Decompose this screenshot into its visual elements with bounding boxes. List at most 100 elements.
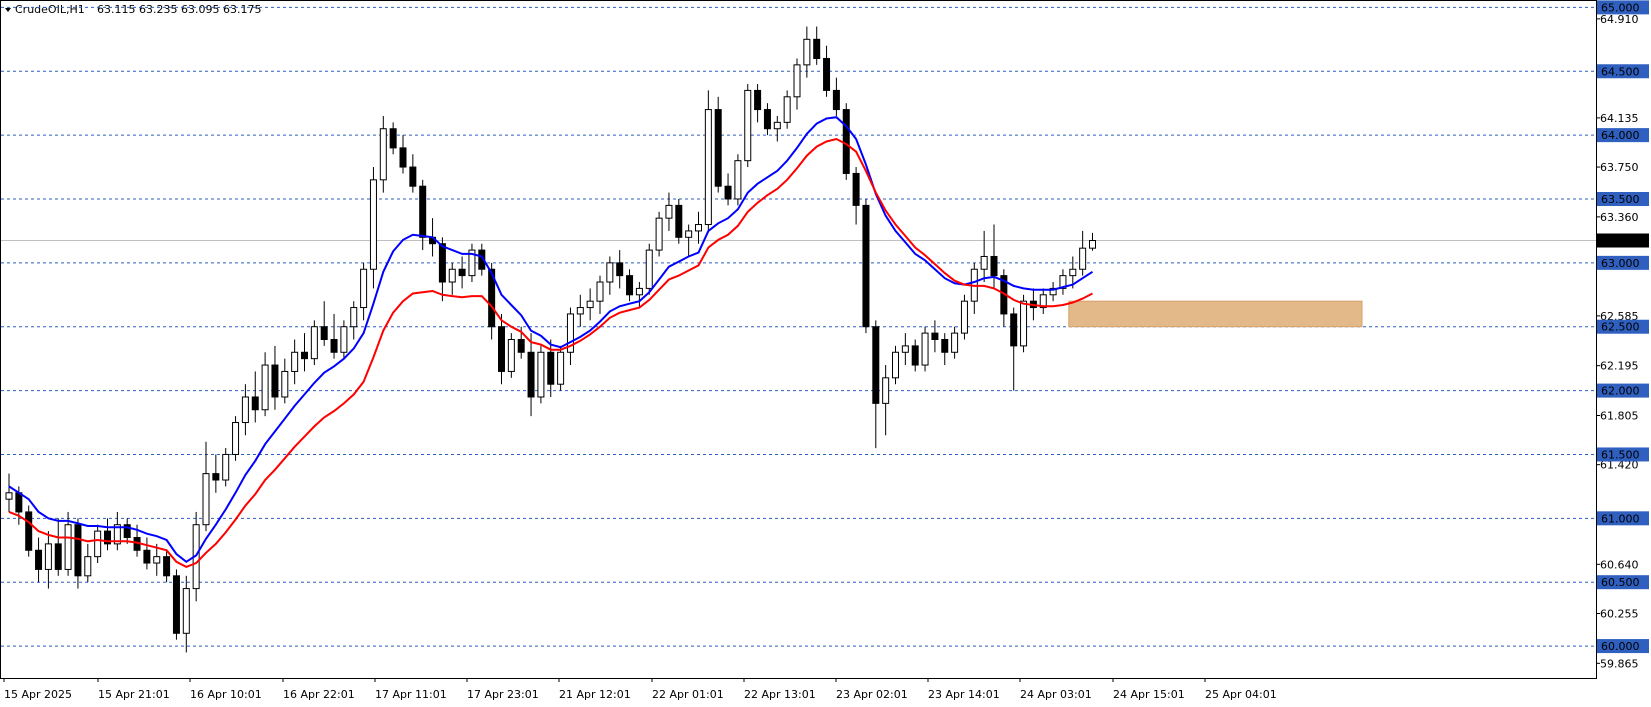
candle [724, 173, 732, 206]
level-tag-label: 64.500 [1601, 65, 1640, 78]
candle [281, 358, 289, 404]
y-tick-label: 59.865 [1600, 657, 1639, 670]
candle [527, 333, 535, 417]
bullish-candle-body [1079, 247, 1087, 270]
x-tick-label: 24 Apr 03:01 [1020, 688, 1092, 701]
bearish-candle-body [54, 543, 62, 570]
candle [616, 250, 624, 289]
y-tick-label: 64.135 [1600, 112, 1639, 125]
y-tick-label: 61.805 [1600, 410, 1639, 423]
time-axis: 15 Apr 2025 15 Apr 21:01 16 Apr 10:01 16 Ap… [3, 678, 1277, 701]
candle [360, 262, 368, 321]
bullish-candle-body [882, 377, 890, 404]
bearish-candle-body [517, 339, 525, 353]
bullish-candle-body [94, 530, 102, 558]
bearish-candle-body [301, 351, 308, 360]
bullish-candle-body [704, 109, 712, 226]
candle [852, 167, 860, 225]
level-tag-label: 64.000 [1601, 129, 1640, 142]
bearish-candle-body [823, 57, 831, 91]
bearish-candle-body [763, 109, 771, 130]
x-tick-label: 25 Apr 04:01 [1205, 688, 1277, 701]
bearish-candle-body [163, 556, 171, 577]
candle [931, 320, 939, 353]
supply-demand-zone [1068, 300, 1363, 328]
candle [143, 537, 151, 570]
y-tick-label: 64.910 [1600, 13, 1639, 26]
candle [399, 135, 407, 174]
candle [655, 211, 663, 257]
candle [537, 345, 545, 404]
bullish-candle-body [281, 370, 289, 398]
candle [793, 58, 801, 110]
bearish-candle-body [25, 511, 33, 551]
level-tag-label: 60.000 [1601, 640, 1640, 653]
bullish-candle-body [507, 339, 515, 372]
bullish-candle-body [655, 217, 663, 251]
bullish-candle-body [783, 96, 791, 123]
bearish-candle-body [714, 109, 722, 187]
candle [74, 518, 82, 589]
y-tick-label: 63.360 [1600, 211, 1639, 224]
candle [340, 320, 348, 359]
candle [1089, 232, 1096, 251]
candle [419, 179, 427, 251]
bullish-candle-body [291, 351, 299, 372]
level-tag-label: 61.500 [1601, 448, 1640, 461]
candle [44, 531, 52, 589]
candle [892, 345, 899, 385]
candle [596, 275, 604, 314]
candle [626, 269, 634, 302]
bullish-candle-body [803, 38, 811, 66]
chart-canvas[interactable]: CrudeOIL,H1 63.115 63.235 63.095 63.175 … [0, 0, 1651, 707]
candle [862, 198, 870, 334]
candle [665, 192, 673, 231]
price-chart[interactable]: CrudeOIL,H1 63.115 63.235 63.095 63.175 … [0, 0, 1651, 707]
candle [54, 518, 62, 576]
candle [379, 115, 387, 193]
bullish-candle-body [606, 262, 614, 283]
bullish-candle-body [734, 160, 742, 200]
x-tick-label: 15 Apr 21:01 [98, 688, 170, 701]
bearish-candle-body [990, 255, 998, 277]
candle [635, 282, 643, 308]
bullish-candle-body [980, 255, 988, 270]
bullish-candle-body [1089, 240, 1096, 249]
candle [241, 384, 249, 436]
y-tick-label: 60.255 [1600, 607, 1639, 620]
bearish-candle-body [399, 147, 407, 168]
candle [921, 326, 929, 372]
bearish-candle-body [754, 89, 762, 111]
candle [261, 352, 269, 417]
candle [823, 45, 831, 97]
dropdown-triangle-icon[interactable] [5, 8, 11, 12]
bearish-candle-body [862, 204, 870, 328]
candle [310, 320, 318, 366]
level-tag-label: 62.000 [1601, 385, 1640, 398]
bearish-candle-body [212, 473, 220, 481]
candle [389, 122, 397, 155]
candle [951, 326, 959, 359]
candle [813, 26, 821, 65]
candle [94, 524, 102, 564]
bearish-candle-body [626, 275, 634, 296]
level-tag-label: 61.000 [1601, 512, 1640, 525]
bearish-candle-body [458, 268, 466, 277]
bullish-candle-body [557, 351, 565, 385]
bullish-candle-body [892, 351, 899, 379]
candle [1059, 269, 1067, 295]
bearish-candle-body [409, 166, 417, 187]
candle [704, 90, 712, 231]
candle [222, 448, 230, 487]
x-tick-label: 16 Apr 10:01 [190, 688, 262, 701]
bearish-candle-body [251, 396, 259, 411]
bullish-candle-body [241, 396, 249, 424]
bullish-candle-body [448, 268, 456, 283]
candle [566, 307, 574, 366]
candle [182, 575, 190, 653]
x-tick-label: 17 Apr 23:01 [467, 688, 539, 701]
candle [104, 518, 111, 551]
candle [695, 211, 702, 244]
bullish-candle-body [793, 64, 801, 98]
bearish-candle-body [271, 364, 279, 398]
